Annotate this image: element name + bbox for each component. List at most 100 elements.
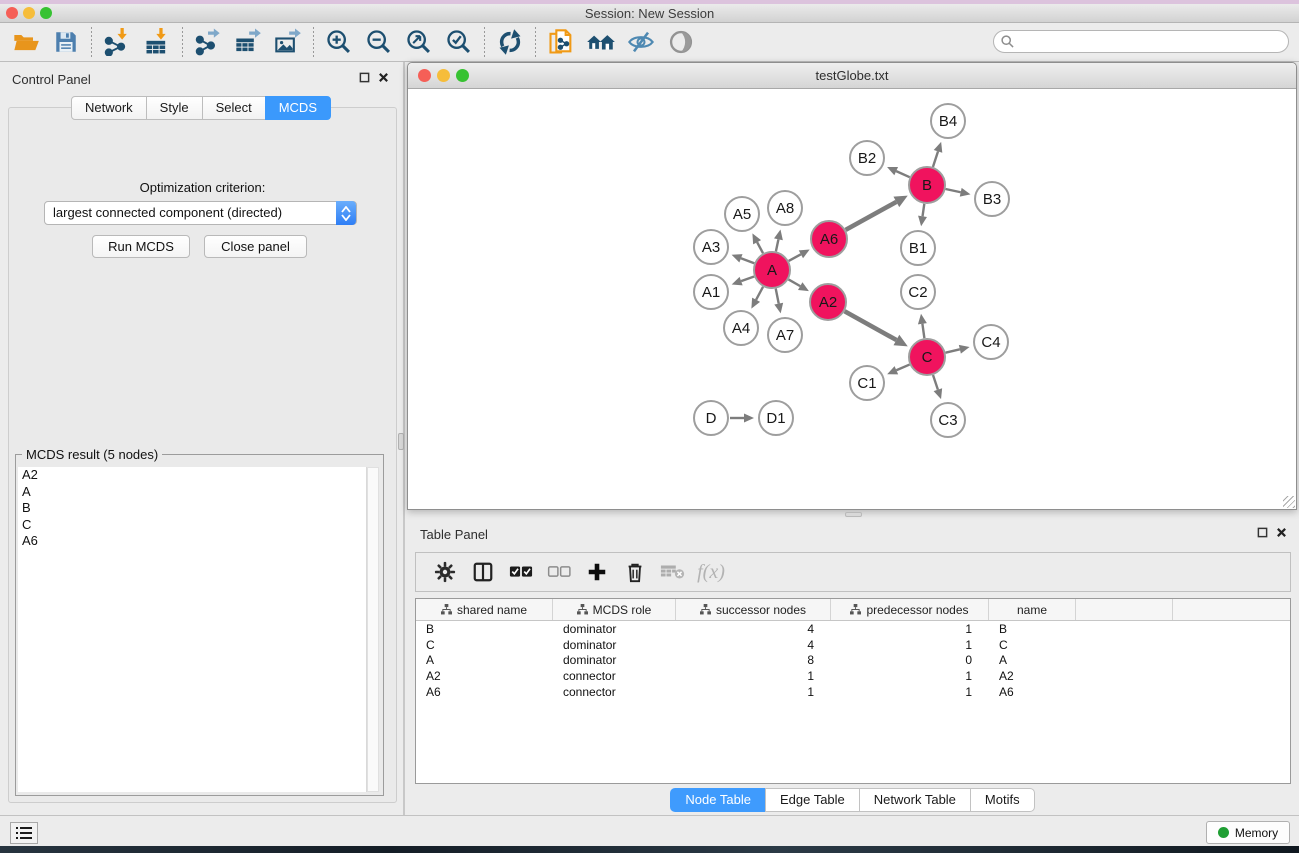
node-A6[interactable]: A6 <box>811 221 847 257</box>
node-A[interactable]: A <box>754 252 790 288</box>
mcds-result-scrollbar[interactable] <box>367 467 379 792</box>
zoom-selected-button[interactable] <box>439 25 479 59</box>
edge-C-C4[interactable] <box>945 349 959 352</box>
float-panel-icon[interactable] <box>1257 527 1268 538</box>
export-table-button[interactable] <box>228 25 268 59</box>
mcds-result-item[interactable]: B <box>18 500 366 517</box>
network-canvas[interactable]: A5A8A3AA1A4A7A6A2B2B4BB3B1C2CC4C1C3DD1 <box>408 89 1296 509</box>
node-C2[interactable]: C2 <box>901 275 935 309</box>
column-header-successor-nodes[interactable]: successor nodes <box>676 599 831 620</box>
table-cell[interactable]: A <box>989 653 1076 667</box>
tab-mcds[interactable]: MCDS <box>265 96 331 120</box>
edge-A-A4[interactable] <box>756 287 763 300</box>
table-cell[interactable]: B <box>989 622 1076 636</box>
select-all-button[interactable] <box>502 556 540 588</box>
tab-motifs[interactable]: Motifs <box>970 788 1035 812</box>
table-cell[interactable]: C <box>989 638 1076 652</box>
edge-A-A8[interactable] <box>776 239 779 251</box>
deselect-all-button[interactable] <box>540 556 578 588</box>
tab-network-table[interactable]: Network Table <box>859 788 971 812</box>
mcds-result-list[interactable]: A2ABCA6 <box>18 467 367 792</box>
import-network-button[interactable] <box>97 25 137 59</box>
edge-A-A6[interactable] <box>789 254 801 261</box>
table-cell[interactable]: A2 <box>989 669 1076 683</box>
table-cell[interactable]: 1 <box>831 685 989 699</box>
network-from-file-button[interactable] <box>541 25 581 59</box>
node-C3[interactable]: C3 <box>931 403 965 437</box>
table-cell[interactable]: connector <box>553 685 676 699</box>
node-A5[interactable]: A5 <box>725 197 759 231</box>
table-cell[interactable]: 1 <box>831 622 989 636</box>
run-mcds-button[interactable]: Run MCDS <box>92 235 190 258</box>
node-A7[interactable]: A7 <box>768 318 802 352</box>
import-table-button[interactable] <box>137 25 177 59</box>
edge-A2-C[interactable] <box>845 311 897 340</box>
edge-A-A2[interactable] <box>788 279 800 286</box>
close-network-button[interactable] <box>418 69 431 82</box>
node-A4[interactable]: A4 <box>724 311 758 345</box>
node-A1[interactable]: A1 <box>694 275 728 309</box>
mcds-result-item[interactable]: A6 <box>18 533 366 550</box>
table-settings-button[interactable] <box>426 556 464 588</box>
column-selector-button[interactable] <box>464 556 502 588</box>
column-header-shared-name[interactable]: shared name <box>416 599 553 620</box>
home-button[interactable] <box>581 25 621 59</box>
zoom-fit-button[interactable] <box>399 25 439 59</box>
memory-button[interactable]: Memory <box>1206 821 1290 844</box>
hide-panel-button[interactable] <box>621 25 661 59</box>
splitter-gripper[interactable] <box>398 433 404 450</box>
export-image-button[interactable] <box>268 25 308 59</box>
table-cell[interactable]: B <box>416 622 553 636</box>
splitter-gripper[interactable] <box>845 512 862 517</box>
node-B[interactable]: B <box>909 167 945 203</box>
edge-C-C2[interactable] <box>922 324 924 338</box>
table-cell[interactable]: A6 <box>416 685 553 699</box>
edge-B-B1[interactable] <box>923 204 925 217</box>
column-header-MCDS-role[interactable]: MCDS role <box>553 599 676 620</box>
network-graph[interactable]: A5A8A3AA1A4A7A6A2B2B4BB3B1C2CC4C1C3DD1 <box>408 89 1296 509</box>
node-table[interactable]: shared nameMCDS rolesuccessor nodesprede… <box>415 598 1291 784</box>
minimize-window-button[interactable] <box>23 7 35 19</box>
minimize-network-button[interactable] <box>437 69 450 82</box>
tab-node-table[interactable]: Node Table <box>670 788 766 812</box>
edge-A-A3[interactable] <box>741 258 754 263</box>
tab-edge-table[interactable]: Edge Table <box>765 788 860 812</box>
table-cell[interactable]: 0 <box>831 653 989 667</box>
column-header-predecessor-nodes[interactable]: predecessor nodes <box>831 599 989 620</box>
node-D[interactable]: D <box>694 401 728 435</box>
table-cell[interactable]: dominator <box>553 638 676 652</box>
refresh-button[interactable] <box>490 25 530 59</box>
node-C1[interactable]: C1 <box>850 366 884 400</box>
table-cell[interactable]: 1 <box>676 685 831 699</box>
criterion-dropdown[interactable]: largest connected component (directed) <box>44 201 357 225</box>
zoom-in-button[interactable] <box>319 25 359 59</box>
table-row[interactable]: Adominator80A <box>416 652 1290 668</box>
tab-select[interactable]: Select <box>202 96 266 120</box>
save-session-button[interactable] <box>46 25 86 59</box>
table-row[interactable]: A2connector11A2 <box>416 668 1290 684</box>
mcds-result-item[interactable]: A <box>18 484 366 501</box>
table-cell[interactable]: 4 <box>676 622 831 636</box>
edge-A-A1[interactable] <box>741 276 754 281</box>
node-A8[interactable]: A8 <box>768 191 802 225</box>
edge-C-C3[interactable] <box>933 375 938 390</box>
node-B2[interactable]: B2 <box>850 141 884 175</box>
mcds-result-item[interactable]: C <box>18 517 366 534</box>
node-D1[interactable]: D1 <box>759 401 793 435</box>
task-history-button[interactable] <box>10 822 38 844</box>
open-session-button[interactable] <box>6 25 46 59</box>
node-C[interactable]: C <box>909 339 945 375</box>
close-panel-icon[interactable] <box>378 72 389 83</box>
node-B3[interactable]: B3 <box>975 182 1009 216</box>
tab-style[interactable]: Style <box>146 96 203 120</box>
table-cell[interactable]: connector <box>553 669 676 683</box>
table-cell[interactable]: A2 <box>416 669 553 683</box>
zoom-window-button[interactable] <box>40 7 52 19</box>
close-panel-icon[interactable] <box>1276 527 1287 538</box>
node-C4[interactable]: C4 <box>974 325 1008 359</box>
column-header-name[interactable]: name <box>989 599 1076 620</box>
table-cell[interactable]: 4 <box>676 638 831 652</box>
table-cell[interactable]: dominator <box>553 653 676 667</box>
edge-B-B4[interactable] <box>933 151 938 167</box>
node-A3[interactable]: A3 <box>694 230 728 264</box>
